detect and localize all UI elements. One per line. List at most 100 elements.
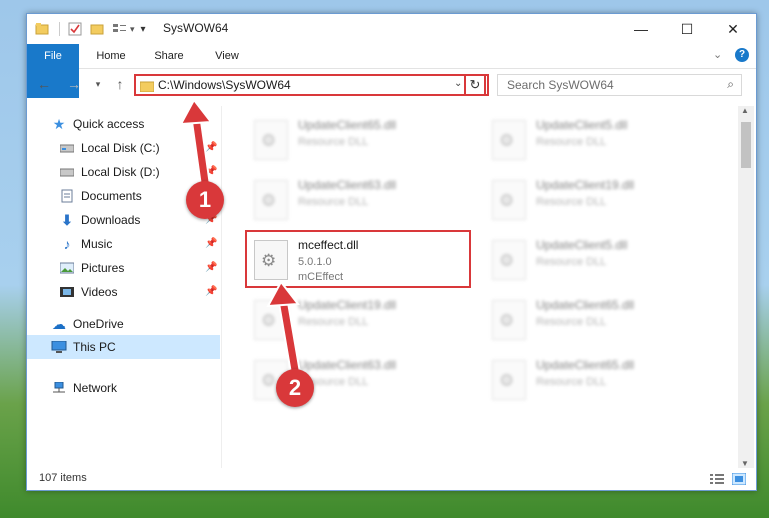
title-bar: ▾ ▾ SysWOW64 — ☐ ✕ bbox=[27, 14, 756, 44]
dll-file-icon: ⚙ bbox=[254, 180, 288, 220]
nav-item-label: Local Disk (C:) bbox=[81, 141, 160, 155]
file-name: UpdateClient65.dll bbox=[298, 118, 397, 132]
nav-item-local-disk-c[interactable]: Local Disk (C:) bbox=[59, 138, 160, 158]
address-bar[interactable]: C:\Windows\SysWOW64 ⌄ bbox=[134, 74, 489, 96]
file-item[interactable]: ⚙ UpdateClient63.dll Resource DLL bbox=[244, 174, 474, 228]
tab-home[interactable]: Home bbox=[89, 44, 133, 68]
view-options-icon[interactable] bbox=[112, 22, 128, 36]
pin-icon: 📌 bbox=[205, 286, 218, 297]
dll-file-icon: ⚙ bbox=[492, 360, 526, 400]
dll-file-icon: ⚙ bbox=[254, 300, 288, 340]
nav-item-label: Documents bbox=[81, 189, 142, 203]
music-icon: ♪ bbox=[63, 236, 71, 252]
ribbon-tabs: File Home Share View ⌄ ? bbox=[27, 44, 756, 98]
nav-item-documents[interactable]: Documents bbox=[59, 186, 142, 206]
nav-item-label: Local Disk (D:) bbox=[81, 165, 160, 179]
drive-icon bbox=[59, 140, 75, 156]
properties-icon[interactable] bbox=[68, 22, 82, 36]
customize-toolbar-icon[interactable]: ▾ bbox=[141, 24, 146, 35]
nav-item-label: Videos bbox=[81, 285, 118, 299]
dll-file-icon: ⚙ bbox=[492, 120, 526, 160]
step-1-badge: 1 bbox=[186, 181, 224, 219]
minimize-button[interactable]: — bbox=[618, 14, 664, 44]
refresh-button[interactable]: ↻ bbox=[464, 74, 486, 96]
file-type: Resource DLL bbox=[298, 196, 369, 208]
details-view-icon[interactable] bbox=[710, 473, 724, 485]
nav-item-label: This PC bbox=[73, 340, 116, 354]
forward-button[interactable]: → bbox=[65, 75, 83, 93]
tab-view[interactable]: View bbox=[205, 44, 249, 68]
status-bar: 107 items bbox=[27, 468, 756, 490]
cloud-icon: ☁ bbox=[52, 315, 66, 332]
expand-ribbon-icon[interactable]: ⌄ bbox=[713, 48, 722, 61]
file-highlight-box bbox=[245, 230, 471, 288]
file-name: UpdateClient65.dll bbox=[536, 358, 635, 372]
recent-locations-button[interactable]: ▾ bbox=[89, 75, 107, 93]
nav-item-downloads[interactable]: ⬇ Downloads bbox=[59, 210, 140, 230]
file-type: Resource DLL bbox=[298, 316, 369, 328]
address-path: C:\Windows\SysWOW64 bbox=[158, 78, 291, 92]
pin-icon: 📌 bbox=[205, 142, 218, 153]
file-type: Resource DLL bbox=[536, 136, 607, 148]
help-icon[interactable]: ? bbox=[735, 48, 749, 62]
nav-item-this-pc[interactable]: This PC bbox=[51, 337, 116, 357]
address-row: ← → ▾ ↑ C:\Windows\SysWOW64 ⌄ ↻ Search S… bbox=[27, 69, 756, 101]
file-item[interactable]: ⚙ UpdateClient5.dll Resource DLL bbox=[482, 114, 712, 168]
nav-item-music[interactable]: ♪ Music bbox=[59, 234, 113, 254]
file-type: Resource DLL bbox=[536, 316, 607, 328]
window-title: SysWOW64 bbox=[163, 21, 229, 35]
chevron-down-icon[interactable]: ▾ bbox=[130, 24, 135, 35]
scroll-down-icon[interactable]: ▼ bbox=[741, 459, 749, 468]
scroll-up-icon[interactable]: ▲ bbox=[741, 106, 749, 115]
new-folder-icon[interactable] bbox=[90, 22, 104, 36]
nav-item-pictures[interactable]: Pictures bbox=[59, 258, 124, 278]
pin-icon: 📌 bbox=[205, 262, 218, 273]
nav-item-label: Downloads bbox=[81, 213, 141, 227]
computer-icon bbox=[51, 339, 67, 355]
file-item[interactable]: ⚙ UpdateClient5.dll Resource DLL bbox=[482, 234, 712, 288]
step-2-badge: 2 bbox=[276, 369, 314, 407]
nav-item-network[interactable]: Network bbox=[51, 378, 117, 398]
file-name: UpdateClient5.dll bbox=[536, 118, 628, 132]
dll-file-icon: ⚙ bbox=[492, 300, 526, 340]
file-item[interactable]: ⚙ UpdateClient65.dll Resource DLL bbox=[482, 354, 712, 408]
search-input[interactable]: Search SysWOW64 ⌕ bbox=[497, 74, 742, 96]
tab-share[interactable]: Share bbox=[147, 44, 191, 68]
dll-file-icon: ⚙ bbox=[492, 240, 526, 280]
quick-access-toolbar: ▾ ▾ bbox=[35, 20, 146, 38]
file-item[interactable]: ⚙ UpdateClient65.dll Resource DLL bbox=[482, 294, 712, 348]
nav-item-onedrive[interactable]: ☁ OneDrive bbox=[51, 314, 124, 334]
large-icons-view-icon[interactable] bbox=[732, 473, 746, 485]
nav-item-quick-access[interactable]: ★ Quick access bbox=[51, 114, 145, 134]
explorer-window: ▾ ▾ SysWOW64 — ☐ ✕ File Home Share View … bbox=[26, 13, 757, 491]
file-type: Resource DLL bbox=[536, 376, 607, 388]
maximize-button[interactable]: ☐ bbox=[664, 14, 710, 44]
folder-icon bbox=[140, 81, 154, 92]
nav-item-local-disk-d[interactable]: Local Disk (D:) bbox=[59, 162, 160, 182]
pin-icon: 📌 bbox=[205, 238, 218, 249]
dll-file-icon: ⚙ bbox=[492, 180, 526, 220]
file-type: Resource DLL bbox=[298, 136, 369, 148]
address-dropdown-icon[interactable]: ⌄ bbox=[454, 78, 462, 89]
file-name: UpdateClient19.dll bbox=[298, 298, 397, 312]
network-icon bbox=[51, 380, 67, 396]
navigation-pane: ★ Quick access Local Disk (C:) 📌 Local D… bbox=[27, 106, 222, 468]
back-button[interactable]: ← bbox=[35, 75, 53, 93]
download-icon: ⬇ bbox=[61, 211, 73, 228]
file-type: Resource DLL bbox=[536, 256, 607, 268]
nav-item-label: OneDrive bbox=[73, 317, 124, 331]
nav-item-label: Music bbox=[81, 237, 113, 251]
vertical-scrollbar[interactable]: ▲ ▼ bbox=[738, 106, 754, 468]
nav-item-label: Network bbox=[73, 381, 118, 395]
file-name: UpdateClient65.dll bbox=[536, 298, 635, 312]
scroll-thumb[interactable] bbox=[741, 122, 751, 168]
file-item[interactable]: ⚙ UpdateClient19.dll Resource DLL bbox=[482, 174, 712, 228]
nav-item-videos[interactable]: Videos bbox=[59, 282, 117, 302]
pin-icon: 📌 bbox=[205, 166, 218, 177]
file-item[interactable]: ⚙ UpdateClient19.dll Resource DLL bbox=[244, 294, 474, 348]
up-button[interactable]: ↑ bbox=[111, 75, 129, 93]
file-name: UpdateClient5.dll bbox=[536, 238, 628, 252]
file-item[interactable]: ⚙ UpdateClient65.dll Resource DLL bbox=[244, 114, 474, 168]
close-button[interactable]: ✕ bbox=[710, 14, 756, 44]
drive-icon bbox=[59, 164, 75, 180]
